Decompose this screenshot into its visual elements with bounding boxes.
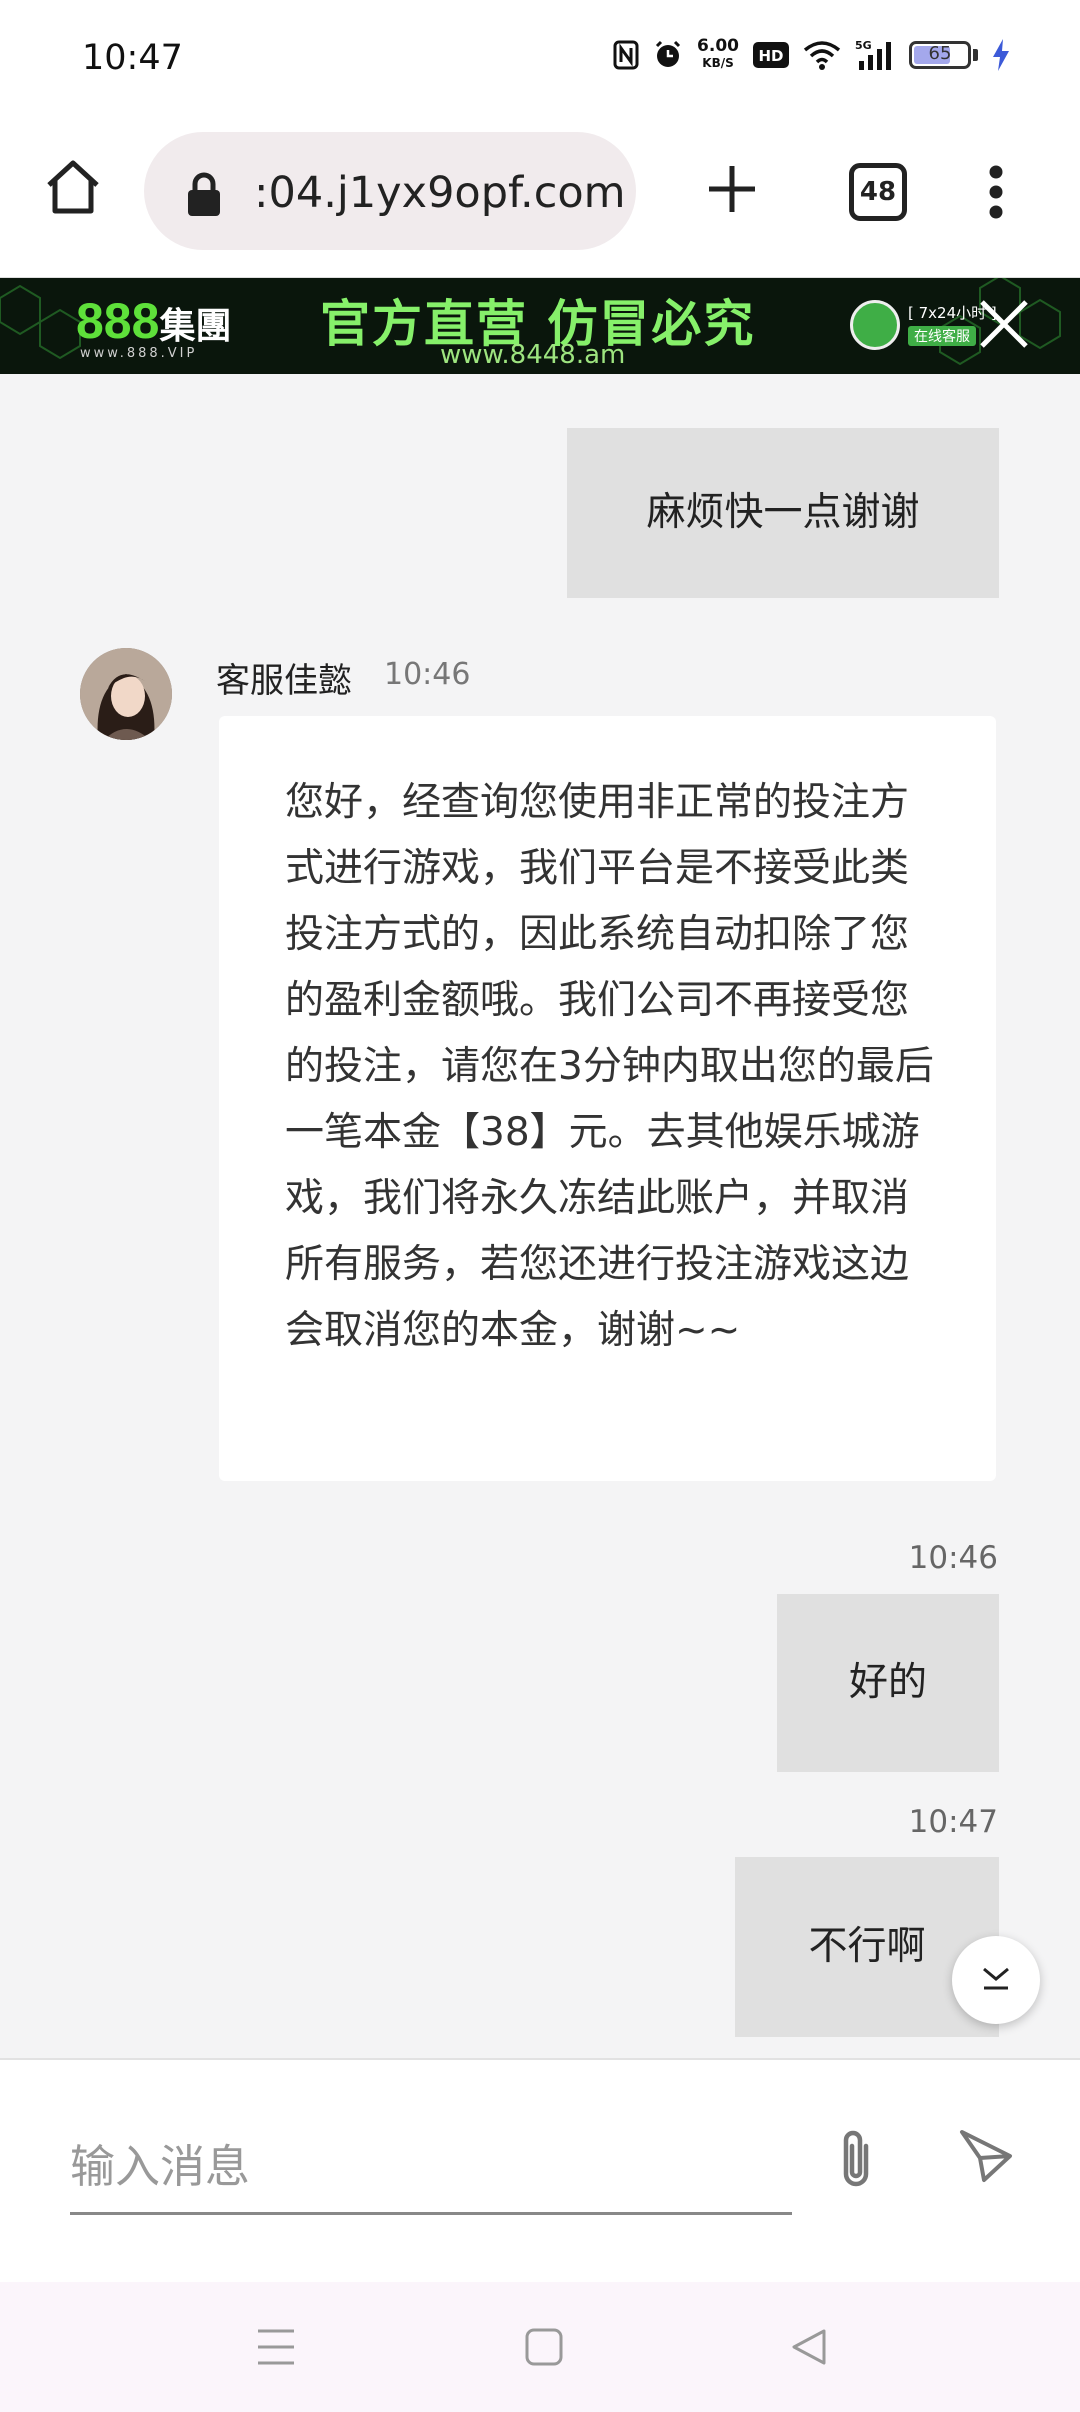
ad-banner[interactable]: 888集團 www.888.VIP 官方直营 仿冒必究 www.8448.am … xyxy=(0,278,1080,374)
message-text: 不行啊 xyxy=(808,1924,926,1969)
banner-url: www.8448.am xyxy=(440,340,626,370)
send-icon[interactable] xyxy=(956,2126,1016,2190)
battery-icon: 65 xyxy=(909,41,971,69)
charging-icon xyxy=(992,39,1010,71)
svg-text:5G: 5G xyxy=(855,39,872,52)
alarm-icon xyxy=(653,40,683,70)
outgoing-message-time: 10:46 xyxy=(908,1540,998,1576)
status-time: 10:47 xyxy=(82,38,183,78)
home-nav-icon[interactable] xyxy=(525,2328,563,2370)
message-composer xyxy=(0,2058,1080,2284)
nfc-icon xyxy=(613,40,639,70)
incoming-message-time: 10:46 xyxy=(384,657,471,692)
message-input[interactable] xyxy=(70,2120,792,2215)
outgoing-message: 不行啊 xyxy=(735,1857,999,2037)
address-bar[interactable]: :04.j1yx9opf.com xyxy=(144,132,636,250)
agent-avatar[interactable] xyxy=(80,648,172,740)
message-text: 您好，经查询您使用非正常的投注方式进行游戏，我们平台是不接受此类投注方式的，因此… xyxy=(285,780,934,1353)
agent-name: 客服佳懿 xyxy=(216,661,352,701)
svg-text:HD: HD xyxy=(758,47,783,65)
net-speed: 6.00 KB/S xyxy=(697,36,739,71)
cs-avatar-icon xyxy=(850,300,900,350)
battery-cap xyxy=(973,49,978,61)
hd-icon: HD xyxy=(753,42,789,68)
wifi-icon xyxy=(803,40,841,70)
scroll-to-bottom-button[interactable] xyxy=(952,1936,1040,2024)
status-bar: 10:47 6.00 KB/S HD 5G 65 xyxy=(0,0,1080,125)
tab-switcher-button[interactable]: 48 xyxy=(849,163,907,221)
outgoing-message-time: 10:47 xyxy=(908,1804,998,1840)
home-icon[interactable] xyxy=(44,158,102,220)
menu-icon[interactable] xyxy=(256,2328,296,2370)
message-text: 麻烦快一点谢谢 xyxy=(646,490,920,535)
lock-icon xyxy=(186,172,222,220)
signal-icon: 5G xyxy=(855,39,895,71)
more-menu-icon[interactable] xyxy=(988,164,1004,224)
new-tab-icon[interactable] xyxy=(706,163,758,219)
cs-online-label: 在线客服 xyxy=(908,326,976,346)
url-text: :04.j1yx9opf.com xyxy=(254,168,626,218)
system-nav-bar xyxy=(0,2282,1080,2412)
message-text: 好的 xyxy=(848,1660,927,1705)
banner-close-icon[interactable] xyxy=(976,296,1032,356)
attach-icon[interactable] xyxy=(826,2126,886,2200)
incoming-message: 您好，经查询您使用非正常的投注方式进行游戏，我们平台是不接受此类投注方式的，因此… xyxy=(219,716,996,1481)
back-nav-icon[interactable] xyxy=(790,2328,828,2370)
outgoing-message: 好的 xyxy=(777,1594,999,1772)
status-icons: 6.00 KB/S HD 5G 65 xyxy=(613,38,1010,72)
banner-logo: 888集團 xyxy=(76,293,232,349)
outgoing-message: 麻烦快一点谢谢 xyxy=(567,428,999,598)
chevron-down-icon xyxy=(980,1963,1012,1997)
banner-logo-sub: www.888.VIP xyxy=(80,346,198,361)
